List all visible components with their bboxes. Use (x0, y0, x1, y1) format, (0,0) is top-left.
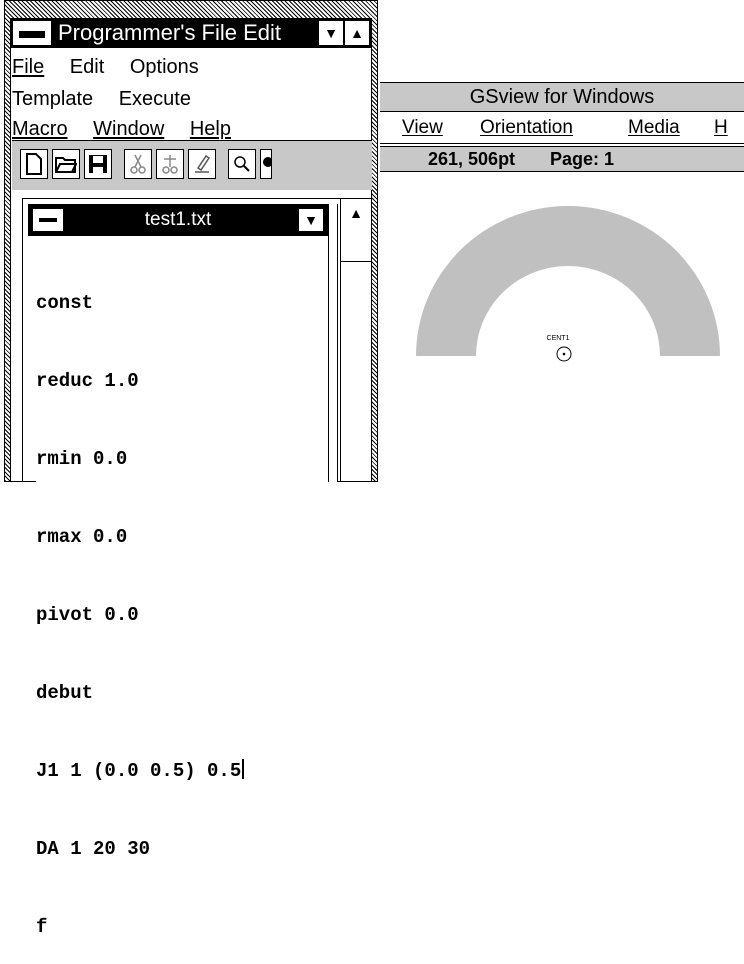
menu-window[interactable]: Window (93, 118, 164, 140)
pivot-label: CENT1 (547, 335, 570, 342)
cursor-coordinates: 261, 506pt (428, 149, 516, 169)
menu-help[interactable]: Help (190, 118, 231, 140)
text-editor[interactable]: const reduc 1.0 rmin 0.0 rmax 0.0 pivot … (36, 238, 328, 938)
gsview-titlebar[interactable]: GSview for Windows (380, 82, 744, 112)
page-indicator: Page: 1 (550, 149, 615, 169)
document-system-menu-button[interactable] (32, 208, 64, 232)
gray-arch-shape (416, 206, 720, 356)
pivot-center-dot (562, 352, 566, 356)
menu-execute[interactable]: Execute (119, 88, 191, 110)
menu-orientation[interactable]: Orientation (480, 112, 573, 144)
new-file-icon[interactable] (20, 149, 48, 179)
pfe-menubar-row2: Template Execute (12, 84, 211, 114)
editor-line: f (36, 916, 48, 938)
gsview-window-title: GSview for Windows (469, 86, 655, 108)
search-next-icon[interactable] (260, 149, 272, 179)
document-scrollbar-edge (328, 204, 338, 482)
scroll-up-arrow-icon[interactable]: ▲ (341, 199, 371, 230)
text-caret (242, 759, 245, 779)
save-disk-icon[interactable] (84, 149, 112, 179)
minimize-button[interactable]: ▼ (318, 20, 344, 46)
system-menu-icon (19, 31, 45, 38)
menu-help-partial[interactable]: H (714, 112, 728, 144)
menu-media[interactable]: Media (628, 112, 680, 144)
document-system-menu-icon (39, 218, 57, 222)
editor-line-text: J1 1 (0.0 0.5) 0.5 (36, 760, 242, 782)
search-icon[interactable] (228, 149, 256, 179)
menu-edit[interactable]: Edit (70, 56, 104, 78)
menu-options[interactable]: Options (130, 56, 199, 78)
pfe-titlebar[interactable]: Programmer's File Edit ▼ ▲ (10, 18, 372, 48)
editor-line: rmin 0.0 (36, 448, 128, 470)
open-folder-icon[interactable] (52, 149, 80, 179)
document-titlebar[interactable]: test1.txt ▼ (28, 204, 328, 236)
menu-view[interactable]: View (402, 112, 443, 144)
document-minimize-button[interactable]: ▼ (298, 208, 324, 232)
gsview-statusbar: 261, 506pt Page: 1 (380, 146, 744, 172)
pfe-toolbar (12, 140, 372, 190)
postscript-viewer-canvas[interactable]: CENT1 (380, 174, 744, 482)
editor-line: const (36, 292, 94, 314)
copy-icon[interactable] (156, 149, 184, 179)
document-title: test1.txt (144, 209, 212, 230)
rendered-page-svg: CENT1 (416, 206, 720, 362)
editor-line: rmax 0.0 (36, 526, 128, 548)
gsview-menubar: View Orientation Media H (380, 112, 744, 144)
scroll-thumb[interactable] (341, 229, 371, 262)
editor-line: reduc 1.0 (36, 370, 139, 392)
cut-scissors-icon[interactable] (124, 149, 152, 179)
paste-brush-icon[interactable] (188, 149, 216, 179)
maximize-button[interactable]: ▲ (344, 20, 370, 46)
pfe-window-title: Programmer's File Edit (58, 20, 282, 45)
editor-line-current: J1 1 (0.0 0.5) 0.5 (36, 758, 328, 784)
vertical-scrollbar[interactable]: ▲ (340, 198, 372, 482)
editor-line: pivot 0.0 (36, 604, 139, 626)
editor-line: debut (36, 682, 94, 704)
editor-line: DA 1 20 30 (36, 838, 151, 860)
system-menu-button[interactable] (12, 20, 52, 46)
pfe-menubar-row1: File Edit Options (12, 52, 219, 82)
menu-file[interactable]: File (12, 56, 44, 78)
menu-template[interactable]: Template (12, 88, 93, 110)
menu-macro[interactable]: Macro (12, 118, 68, 140)
